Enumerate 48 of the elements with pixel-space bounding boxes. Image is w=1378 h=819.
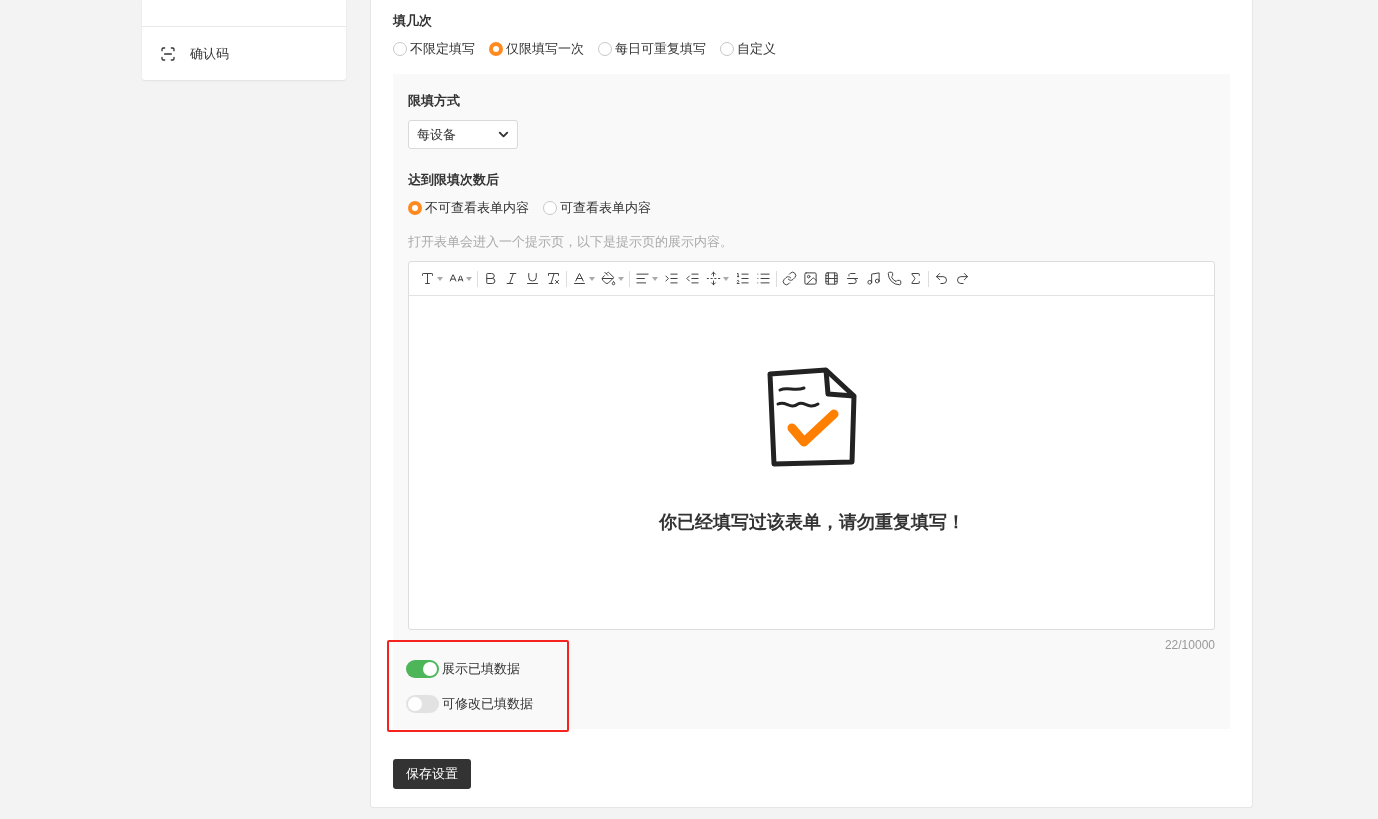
message-text: 你已经填写过该表单，请勿重复填写！ (658, 511, 965, 534)
caret-icon (589, 276, 595, 281)
char-counter: 22/10000 (1164, 638, 1215, 652)
text-style-icon (420, 271, 435, 286)
undo-icon (934, 271, 949, 286)
clear-format-icon (546, 271, 561, 286)
align-left-icon (635, 271, 650, 286)
toggle-switch[interactable] (406, 659, 439, 678)
section-label: 限填方式 (408, 92, 461, 110)
section-label: 填几次 (393, 12, 433, 30)
rich-text-editor[interactable]: 你已经填写过该表单，请勿重复填写！ (408, 261, 1215, 630)
radio-option[interactable]: 每日可重复填写 (598, 40, 706, 58)
method-select[interactable]: 每设备 (408, 120, 518, 149)
music-icon (866, 271, 881, 286)
link-icon (782, 271, 797, 286)
outdent-icon (685, 271, 700, 286)
paint-bucket-icon (601, 271, 616, 286)
underline-icon (525, 271, 540, 286)
toggle-switch[interactable] (406, 694, 439, 713)
radio-option[interactable]: 可查看表单内容 (543, 199, 651, 217)
toggle-label: 可修改已填数据 (442, 694, 533, 713)
italic-icon (504, 271, 519, 286)
scan-icon (160, 45, 176, 62)
sigma-icon (908, 271, 923, 286)
toggle-label: 展示已填数据 (442, 659, 520, 678)
sidebar-item[interactable]: 确认码 (142, 26, 346, 80)
phone-icon (887, 271, 902, 286)
radio-option[interactable]: 不可查看表单内容 (408, 199, 529, 217)
film-icon (824, 271, 839, 286)
caret-icon (437, 276, 443, 281)
caret-icon (723, 276, 729, 281)
image-icon (803, 271, 818, 286)
section-label: 达到限填次数后 (408, 171, 500, 189)
save-button[interactable]: 保存设置 (393, 759, 471, 789)
strikethrough-icon (845, 271, 860, 286)
redo-icon (955, 271, 970, 286)
ordered-list-icon (735, 271, 750, 286)
bold-icon (483, 271, 498, 286)
caret-icon (466, 276, 472, 281)
radio-option[interactable]: 仅限填写一次 (489, 40, 584, 58)
line-height-icon (706, 271, 721, 286)
caret-icon (618, 276, 624, 281)
bullet-list-icon (756, 271, 771, 286)
indent-icon (664, 271, 679, 286)
radio-option[interactable]: 自定义 (720, 40, 776, 58)
caret-icon (652, 276, 658, 281)
radio-option[interactable]: 不限定填写 (393, 40, 475, 58)
font-color-icon (572, 271, 587, 286)
